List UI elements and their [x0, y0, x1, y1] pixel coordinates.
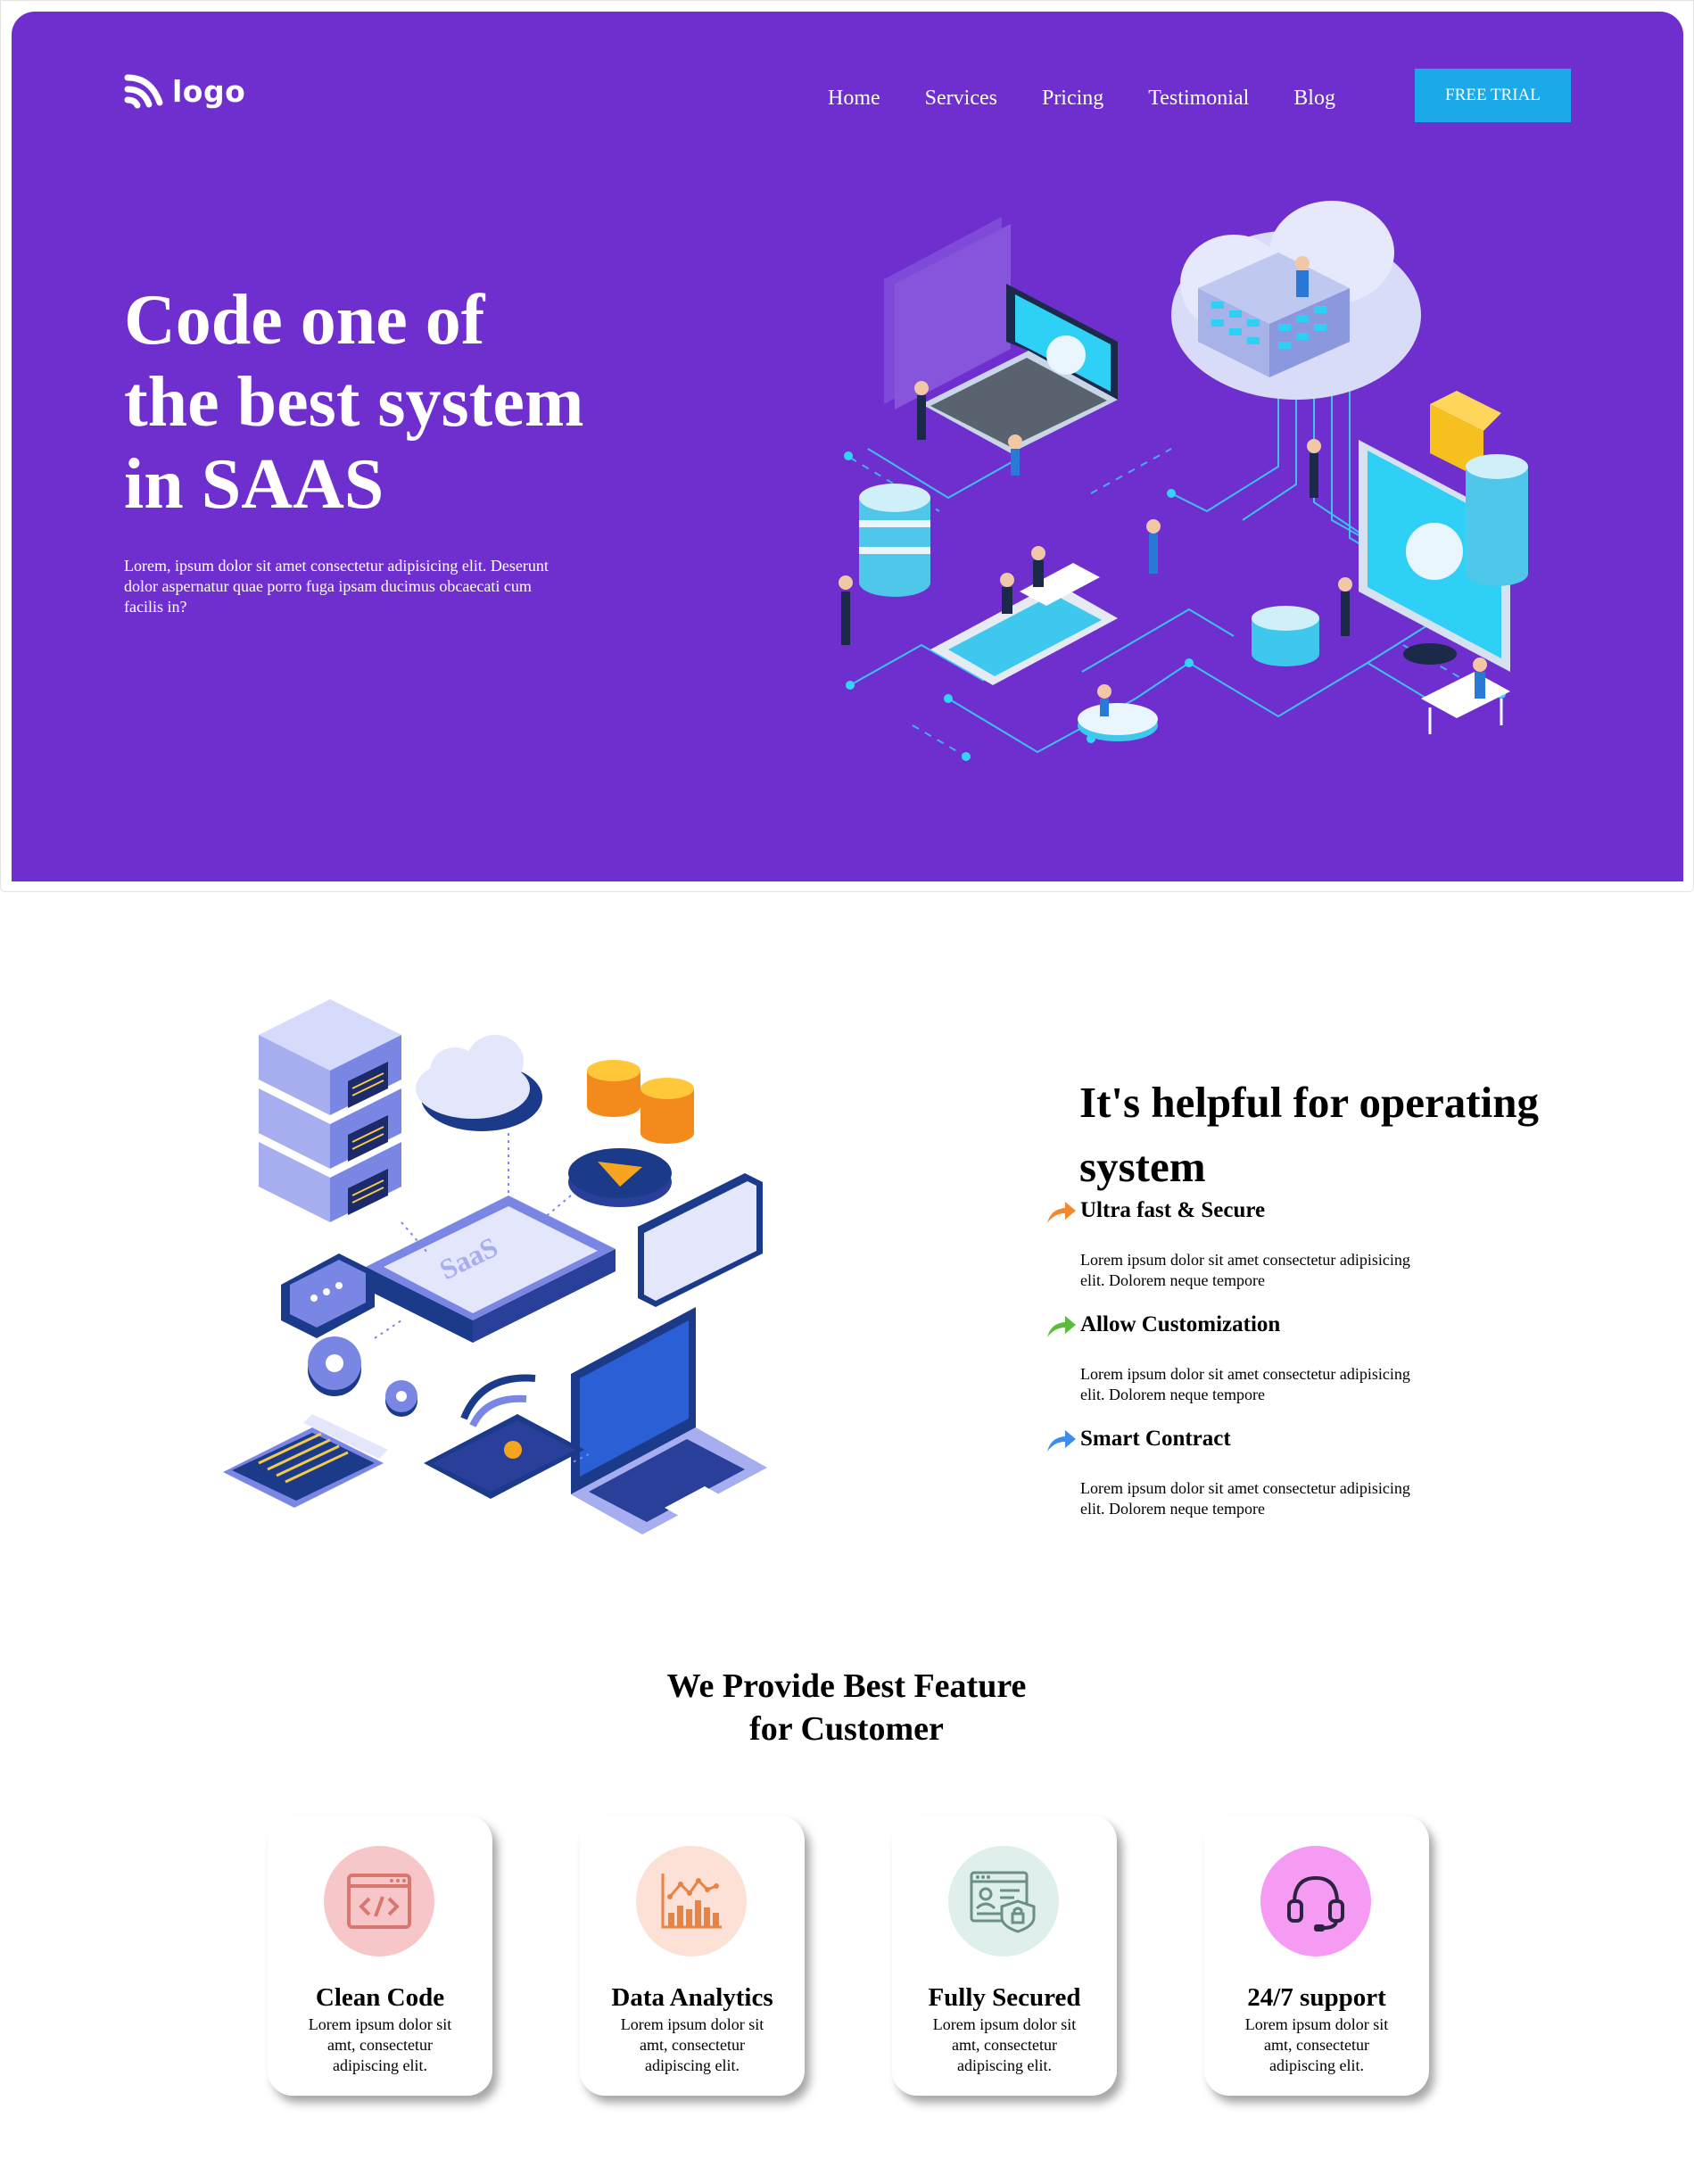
code-window-icon [347, 1874, 411, 1929]
feature-item: Ultra fast & Secure Lorem ipsum dolor si… [1045, 1198, 1581, 1312]
hero-frame: logo Home Services Pricing Testimonial B… [0, 0, 1694, 892]
curved-arrow-icon [1047, 1202, 1076, 1223]
hero-description: Lorem, ipsum dolor sit amet consectetur … [124, 557, 549, 616]
feature-description: Lorem ipsum dolor sit amet consectetur a… [1080, 1479, 1410, 1518]
curved-arrow-icon [1047, 1430, 1076, 1452]
hero-section: logo Home Services Pricing Testimonial B… [12, 12, 1683, 881]
card-title: Fully Secured [928, 1983, 1081, 2012]
logo[interactable]: logo [124, 72, 245, 110]
nav-item-blog[interactable]: Blog [1293, 87, 1335, 111]
services-title-line: for Customer [749, 1710, 944, 1748]
card-description: Lorem ipsum dolor sit amt, consectetur a… [932, 2015, 1077, 2074]
card-description: Lorem ipsum dolor sit amt, consectetur a… [620, 2015, 764, 2074]
icon-circle [1260, 1846, 1371, 1956]
service-card-clean-code[interactable]: Clean Code Lorem ipsum dolor sit amt, co… [268, 1816, 492, 2096]
nav-item-testimonial[interactable]: Testimonial [1148, 87, 1249, 111]
card-description: Lorem ipsum dolor sit amt, consectetur a… [308, 2015, 452, 2074]
about-title: It's helpful for operating system [1079, 1078, 1539, 1191]
service-card-support[interactable]: 24/7 support Lorem ipsum dolor sit amt, … [1204, 1816, 1429, 2096]
curved-arrow-icon [1047, 1316, 1076, 1337]
feature-name: Allow Customization [1080, 1312, 1281, 1336]
curved-arrow-shape [1047, 1316, 1076, 1337]
nav-item-home[interactable]: Home [828, 87, 880, 111]
feature-name: Smart Contract [1080, 1427, 1231, 1451]
hero-title-line: Code one of [124, 281, 485, 360]
headset-icon [1287, 1875, 1344, 1932]
bar-chart-icon [661, 1874, 722, 1929]
hero-title-line: in SAAS [124, 445, 384, 524]
logo-text: logo [172, 73, 246, 109]
main-nav: Home Services Pricing Testimonial Blog [828, 87, 1335, 111]
saas-illustration: SaaS [223, 999, 767, 1535]
nav-item-services[interactable]: Services [925, 87, 997, 111]
icon-circle [324, 1846, 434, 1956]
service-card-fully-secured[interactable]: Fully Secured Lorem ipsum dolor sit amt,… [892, 1816, 1117, 2096]
feature-list: Ultra fast & Secure Lorem ipsum dolor si… [1045, 1198, 1581, 1541]
feature-name: Ultra fast & Secure [1080, 1198, 1266, 1222]
nav-item-pricing[interactable]: Pricing [1042, 87, 1103, 111]
hero-title: Code one of the best system in SAAS [124, 279, 677, 525]
feature-item: Allow Customization Lorem ipsum dolor si… [1045, 1312, 1581, 1427]
hero-title-line: the best system [124, 363, 584, 442]
card-title: Data Analytics [611, 1983, 773, 2012]
icon-circle [948, 1846, 1059, 1956]
icon-circle [636, 1846, 747, 1956]
curved-arrow-shape [1047, 1202, 1076, 1223]
secure-profile-icon [970, 1871, 1036, 1933]
feature-description: Lorem ipsum dolor sit amet consectetur a… [1080, 1365, 1410, 1403]
service-card-data-analytics[interactable]: Data Analytics Lorem ipsum dolor sit amt… [580, 1816, 805, 2096]
logo-icon [124, 74, 163, 109]
feature-description: Lorem ipsum dolor sit amet consectetur a… [1080, 1251, 1410, 1289]
card-title: 24/7 support [1247, 1983, 1386, 2012]
feature-item: Smart Contract Lorem ipsum dolor sit ame… [1045, 1427, 1581, 1541]
hero-illustration [839, 201, 1528, 761]
services-title: We Provide Best Feature for Customer [579, 1665, 1114, 1750]
free-trial-button[interactable]: FREE TRIAL [1415, 69, 1571, 122]
services-title-line: We Provide Best Feature [666, 1667, 1027, 1705]
service-cards: Clean Code Lorem ipsum dolor sit amt, co… [268, 1816, 1429, 2096]
card-title: Clean Code [315, 1983, 445, 2012]
curved-arrow-shape [1047, 1430, 1076, 1452]
card-description: Lorem ipsum dolor sit amt, consectetur a… [1244, 2015, 1389, 2074]
